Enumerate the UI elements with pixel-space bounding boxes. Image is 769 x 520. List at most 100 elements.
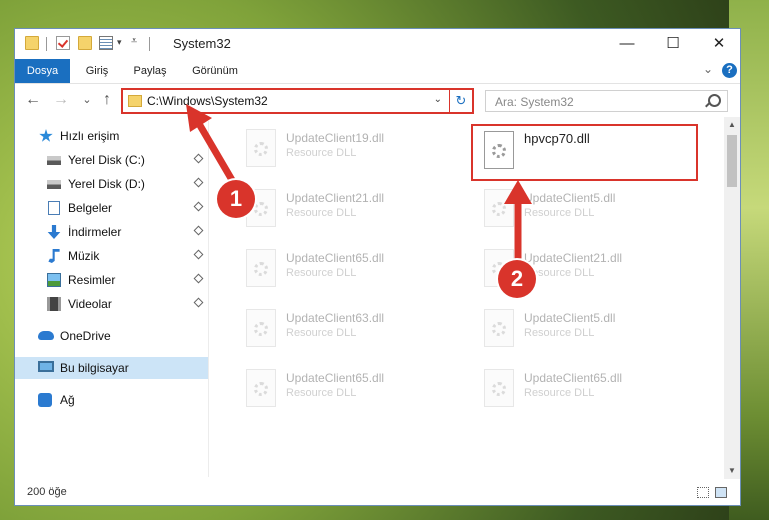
properties-check-icon[interactable] — [56, 36, 70, 50]
search-placeholder: Ara: System32 — [495, 95, 574, 109]
dll-file-icon — [246, 129, 276, 167]
file-item[interactable]: UpdateClient63.dll Resource DLL — [236, 305, 466, 355]
file-name: UpdateClient5.dll — [524, 311, 616, 325]
close-button[interactable]: ✕ — [696, 29, 742, 59]
address-dropdown-icon[interactable]: ⌄ — [434, 94, 442, 105]
file-name: UpdateClient65.dll — [524, 371, 623, 385]
file-item[interactable]: UpdateClient5.dll Resource DLL — [474, 305, 704, 355]
new-folder-icon[interactable] — [78, 36, 92, 50]
sidebar-item-label: Ağ — [60, 393, 75, 407]
sidebar-item-quick-access[interactable]: Hızlı erişim — [15, 125, 208, 147]
tab-file[interactable]: Dosya — [15, 59, 70, 83]
divider — [149, 37, 150, 51]
navigation-bar: ← → ⌄ ↑ C:\Windows\System32 ⌄ ↻ Ara: Sys… — [15, 84, 740, 117]
chevron-down-icon[interactable]: ▾ — [117, 37, 122, 48]
file-type: Resource DLL — [524, 387, 595, 399]
file-name: UpdateClient65.dll — [286, 251, 385, 265]
title-bar: ▾ ⩡ System32 — ☐ ✕ — [15, 29, 740, 59]
music-note-icon — [48, 249, 60, 263]
sidebar-item-local-disk-c[interactable]: Yerel Disk (C:) — [15, 149, 208, 171]
tab-view[interactable]: Görünüm — [185, 59, 245, 83]
dll-file-icon — [484, 369, 514, 407]
file-item[interactable]: UpdateClient65.dll Resource DLL — [236, 245, 466, 295]
sidebar-item-this-pc[interactable]: Bu bilgisayar — [15, 357, 208, 379]
file-name: UpdateClient21.dll — [286, 191, 385, 205]
sidebar-item-label: Hızlı erişim — [60, 129, 120, 143]
scroll-up-arrow[interactable]: ▲ — [724, 117, 740, 133]
search-icon[interactable] — [708, 94, 721, 107]
sidebar-item-onedrive[interactable]: OneDrive — [15, 325, 208, 347]
file-type: Resource DLL — [286, 387, 357, 399]
sidebar-item-label: İndirmeler — [68, 225, 122, 239]
film-icon — [47, 297, 61, 311]
pin-icon[interactable] — [193, 177, 204, 188]
pin-icon[interactable] — [193, 249, 204, 260]
scroll-down-arrow[interactable]: ▼ — [724, 463, 740, 479]
back-button[interactable]: ← — [23, 90, 43, 110]
up-button[interactable]: ↑ — [97, 90, 117, 110]
pin-icon[interactable] — [193, 273, 204, 284]
file-type: Resource DLL — [524, 327, 595, 339]
file-item[interactable]: UpdateClient65.dll Resource DLL — [236, 365, 466, 415]
file-item[interactable]: UpdateClient5.dll Resource DLL — [474, 185, 704, 235]
sidebar-item-documents[interactable]: Belgeler — [15, 197, 208, 219]
dll-file-icon — [246, 249, 276, 287]
details-view-icon[interactable] — [697, 487, 709, 498]
file-type: Resource DLL — [524, 207, 595, 219]
hard-drive-icon — [47, 156, 61, 165]
file-item[interactable]: UpdateClient21.dll Resource DLL — [236, 185, 466, 235]
sidebar-item-label: Müzik — [68, 249, 100, 263]
sidebar-item-network[interactable]: Ağ — [15, 389, 208, 411]
file-name: UpdateClient19.dll — [286, 131, 385, 145]
sidebar-item-pictures[interactable]: Resimler — [15, 269, 208, 291]
ribbon-collapse-icon[interactable]: ⌄ — [703, 62, 713, 76]
window-title: System32 — [173, 36, 231, 51]
address-bar[interactable]: C:\Windows\System32 ⌄ ↻ — [121, 88, 474, 114]
star-icon — [39, 129, 53, 142]
dll-file-icon — [246, 369, 276, 407]
pin-icon[interactable] — [193, 153, 204, 164]
large-icons-view-icon[interactable] — [715, 487, 727, 498]
dll-file-icon — [484, 309, 514, 347]
tab-share[interactable]: Paylaş — [125, 59, 175, 83]
folder-icon — [128, 95, 142, 107]
sidebar-item-downloads[interactable]: İndirmeler — [15, 221, 208, 243]
folder-icon — [25, 36, 39, 50]
scroll-thumb[interactable] — [727, 135, 737, 187]
pin-icon[interactable] — [193, 225, 204, 236]
sidebar-item-label: Bu bilgisayar — [60, 361, 129, 375]
refresh-button[interactable]: ↻ — [449, 90, 472, 112]
network-icon — [38, 393, 52, 407]
sidebar-item-label: Yerel Disk (D:) — [68, 177, 145, 191]
search-input[interactable]: Ara: System32 — [485, 90, 728, 112]
sidebar-item-label: Yerel Disk (C:) — [68, 153, 145, 167]
computer-icon — [38, 361, 54, 372]
forward-button[interactable]: → — [51, 90, 71, 110]
item-count: 200 öğe — [27, 486, 67, 498]
sidebar-item-music[interactable]: Müzik — [15, 245, 208, 267]
document-icon — [48, 201, 60, 215]
file-name: UpdateClient65.dll — [286, 371, 385, 385]
sidebar-item-videos[interactable]: Videolar — [15, 293, 208, 315]
help-icon[interactable]: ? — [722, 63, 737, 78]
recent-locations-button[interactable]: ⌄ — [77, 90, 97, 110]
tab-home[interactable]: Giriş — [75, 59, 119, 83]
maximize-button[interactable]: ☐ — [650, 29, 696, 59]
divider — [46, 37, 47, 51]
navigation-pane: Hızlı erişim Yerel Disk (C:) Yerel Disk … — [15, 121, 208, 477]
sidebar-item-label: Videolar — [68, 297, 112, 311]
file-item[interactable]: UpdateClient19.dll Resource DLL — [236, 125, 466, 175]
file-type: Resource DLL — [286, 207, 357, 219]
quick-access-menu-icon[interactable]: ⩡ — [131, 35, 137, 48]
address-path[interactable]: C:\Windows\System32 — [147, 94, 268, 108]
pin-icon[interactable] — [193, 201, 204, 212]
minimize-button[interactable]: — — [604, 29, 650, 59]
vertical-scrollbar[interactable]: ▲ ▼ — [724, 117, 740, 479]
sidebar-item-local-disk-d[interactable]: Yerel Disk (D:) — [15, 173, 208, 195]
sidebar-item-label: Resimler — [68, 273, 116, 287]
pin-icon[interactable] — [193, 297, 204, 308]
file-item[interactable]: UpdateClient65.dll Resource DLL — [474, 365, 704, 415]
picture-icon — [47, 273, 61, 287]
highlight-box — [471, 124, 698, 181]
customize-toolbar-icon[interactable] — [99, 36, 113, 50]
